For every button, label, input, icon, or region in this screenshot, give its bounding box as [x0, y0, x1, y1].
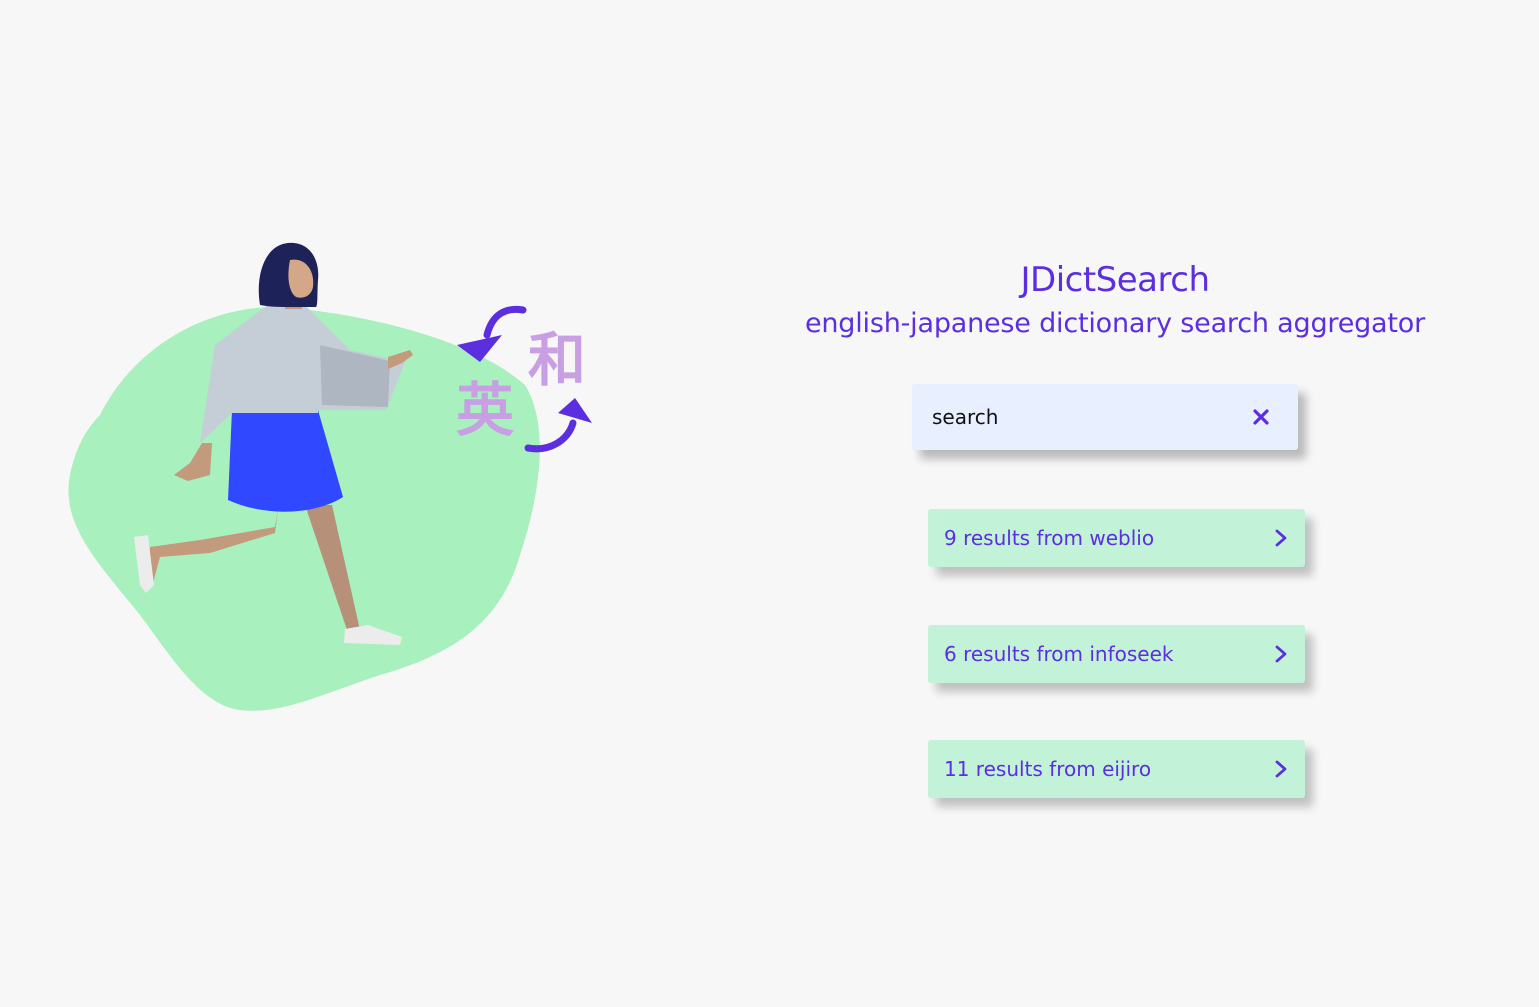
chevron-right-icon — [1275, 760, 1287, 778]
result-label: 6 results from infoseek — [944, 642, 1174, 666]
page: 和 英 JDictSearch english-japanese diction… — [0, 0, 1539, 1007]
result-label: 9 results from weblio — [944, 526, 1155, 550]
chevron-right-icon — [1275, 645, 1287, 663]
close-icon — [1253, 409, 1269, 425]
chevron-right-icon — [1275, 529, 1287, 547]
app-title: JDictSearch — [1020, 260, 1211, 300]
hero-illustration: 和 英 — [68, 242, 592, 711]
result-card-weblio[interactable]: 9 results from weblio — [928, 509, 1305, 567]
search-box — [912, 384, 1298, 450]
arrow-bottom-head — [558, 398, 592, 423]
kanji-wa: 和 — [528, 326, 586, 394]
app-subtitle: english-japanese dictionary search aggre… — [804, 308, 1426, 339]
result-card-eijiro[interactable]: 11 results from eijiro — [928, 740, 1305, 798]
search-input[interactable] — [932, 384, 1232, 450]
result-card-infoseek[interactable]: 6 results from infoseek — [928, 625, 1305, 683]
result-label: 11 results from eijiro — [944, 757, 1152, 781]
arrow-top — [483, 305, 527, 339]
kanji-ei: 英 — [456, 376, 515, 444]
clear-search-button[interactable] — [1250, 406, 1272, 428]
header: JDictSearch english-japanese dictionary … — [760, 258, 1470, 344]
